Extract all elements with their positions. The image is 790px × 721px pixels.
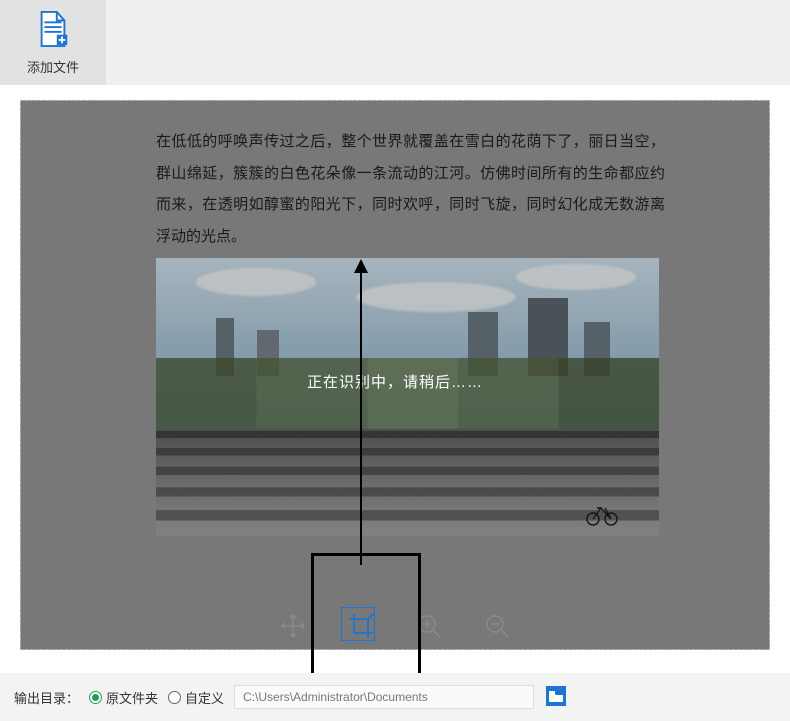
crop-button[interactable] — [345, 611, 377, 643]
folder-icon — [545, 685, 567, 710]
browse-folder-button[interactable] — [544, 685, 568, 709]
document-canvas: 在低低的呼唤声传过之后，整个世界就覆盖在雪白的花荫下了，丽日当空，群山绵延，簇簇… — [20, 100, 770, 650]
zoom-out-icon — [484, 613, 510, 642]
bicycle-silhouette — [585, 502, 619, 526]
document-body: 在低低的呼唤声传过之后，整个世界就覆盖在雪白的花荫下了，丽日当空，群山绵延，簇簇… — [156, 126, 671, 552]
footer-bar: 输出目录： 原文件夹 自定义 C:\Users\Administrator\Do… — [0, 673, 790, 721]
zoom-in-button[interactable] — [413, 611, 445, 643]
add-file-icon — [37, 10, 69, 51]
radio-source-folder[interactable]: 原文件夹 — [89, 688, 158, 707]
viewer-controls — [277, 611, 513, 643]
move-icon — [280, 613, 306, 642]
add-file-label: 添加文件 — [27, 57, 79, 76]
output-dir-label: 输出目录： — [14, 688, 79, 707]
radio-custom-label: 自定义 — [185, 688, 224, 707]
crop-icon — [348, 613, 374, 642]
zoom-in-icon — [416, 613, 442, 642]
radio-source-label: 原文件夹 — [106, 688, 158, 707]
content-area: 在低低的呼唤声传过之后，整个世界就覆盖在雪白的花荫下了，丽日当空，群山绵延，簇簇… — [0, 85, 790, 650]
move-button[interactable] — [277, 611, 309, 643]
output-path-field[interactable]: C:\Users\Administrator\Documents — [234, 685, 534, 709]
status-message: 正在识别中，请稍后…… — [21, 371, 769, 392]
zoom-out-button[interactable] — [481, 611, 513, 643]
document-image — [156, 258, 659, 552]
top-toolbar: 添加文件 — [0, 0, 790, 85]
document-paragraph: 在低低的呼唤声传过之后，整个世界就覆盖在雪白的花荫下了，丽日当空，群山绵延，簇簇… — [156, 126, 671, 252]
radio-custom-folder[interactable]: 自定义 — [168, 688, 224, 707]
add-file-button[interactable]: 添加文件 — [0, 0, 106, 85]
